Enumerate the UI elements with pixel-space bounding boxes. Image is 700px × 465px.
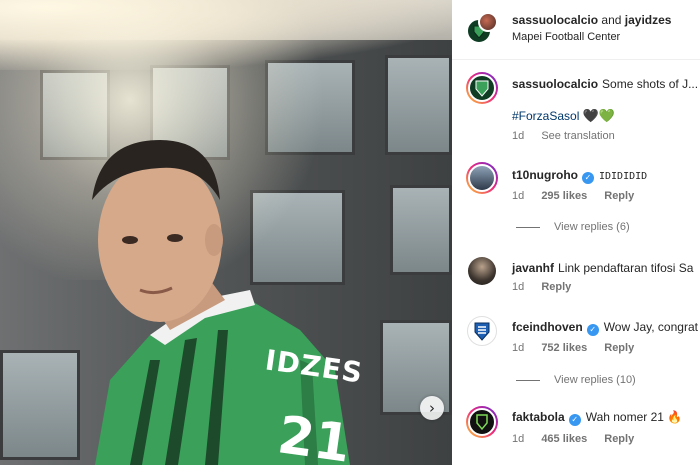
chevron-right-icon: › [429, 399, 435, 417]
comment-meta: 1d 465 likes Reply [512, 433, 648, 445]
comment-item: fceindhoven ✓ Wow Jay, congrat 1d 752 like… [452, 316, 700, 392]
commenter-avatar[interactable] [466, 406, 498, 438]
comment-text: t10nugroho ✓ IDIDIDID [512, 167, 647, 185]
jersey-number: 21 [274, 405, 355, 465]
comment-time: 1d [512, 281, 525, 293]
hashtag-link[interactable]: #ForzaSasol [512, 109, 579, 123]
and-text: and [601, 13, 622, 27]
next-photo-button[interactable]: › [420, 396, 444, 420]
caption-body: Some shots of J... [602, 77, 699, 91]
jayidzes-avatar [478, 12, 498, 32]
comment-body: Link pendaftaran tifosi Sa [558, 261, 694, 275]
comment-username[interactable]: fceindhoven [512, 320, 583, 334]
reply-button[interactable]: Reply [604, 433, 634, 445]
comment-item: t10nugroho ✓ IDIDIDID 1d 295 likes Reply V… [452, 162, 700, 242]
verified-badge-icon: ✓ [568, 414, 581, 426]
commenter-avatar[interactable] [466, 162, 498, 194]
caption-text: sassuolocalcio Some shots of J... [512, 76, 698, 92]
comment-body: Wow Jay, congrat [603, 320, 698, 334]
comment-time: 1d [512, 342, 525, 354]
green-heart-emoji: 💚 [598, 109, 616, 124]
comment-likes[interactable]: 465 likes [541, 433, 587, 445]
view-replies-button[interactable]: View replies (6) [516, 221, 630, 233]
reply-button[interactable]: Reply [541, 281, 571, 293]
sassuolo-logo-icon [468, 74, 496, 102]
comment-username[interactable]: t10nugroho [512, 168, 578, 182]
comment-meta: 1d Reply [512, 281, 585, 293]
comment-item: faktabola ✓ Wah nomer 21 🔥 1d 465 likes Re… [452, 406, 700, 456]
reply-button[interactable]: Reply [604, 190, 634, 202]
post-authors: sassuolocalcio and jayidzes [512, 13, 671, 27]
author-jayidzes[interactable]: jayidzes [625, 13, 672, 27]
comment-time: 1d [512, 190, 525, 202]
comment-meta: 1d 752 likes Reply [512, 342, 648, 354]
comment-meta: 1d 295 likes Reply [512, 190, 648, 202]
fc-eindhoven-crest-icon [474, 322, 490, 341]
commenter-avatar[interactable] [468, 257, 496, 285]
faktabola-logo-icon [468, 408, 496, 436]
verified-badge-icon: ✓ [582, 172, 594, 184]
replies-line [516, 226, 540, 228]
comment-body: Wah nomer 21 [585, 410, 664, 424]
comment-username[interactable]: faktabola [512, 410, 565, 424]
avatar-photo [468, 164, 496, 192]
location-link[interactable]: Mapei Football Center [512, 31, 620, 43]
comment-text: fceindhoven ✓ Wow Jay, congrat [512, 319, 698, 336]
author-sassuolocalcio[interactable]: sassuolocalcio [512, 13, 598, 27]
post-header: sassuolocalcio and jayidzes Mapei Footba… [452, 0, 700, 60]
player-figure [92, 140, 350, 465]
post-detail-panel: sassuolocalcio and jayidzes Mapei Footba… [452, 0, 700, 465]
collab-avatars[interactable] [466, 12, 502, 46]
comment-likes[interactable]: 295 likes [541, 190, 587, 202]
caption-meta: 1d See translation [512, 130, 629, 142]
view-replies-label: View replies (6) [554, 221, 630, 233]
post-photo[interactable]: IDZES 21 › [0, 0, 452, 465]
comment-body: IDIDIDID [599, 171, 648, 182]
comment-item: javanhf Link pendaftaran tifosi Sa 1d Rep… [452, 257, 700, 297]
comment-likes[interactable]: 752 likes [541, 342, 587, 354]
comment-text: javanhf Link pendaftaran tifosi Sa [512, 260, 693, 276]
see-translation-link[interactable]: See translation [541, 130, 614, 142]
caption-time: 1d [512, 130, 525, 142]
view-replies-label: View replies (10) [554, 374, 636, 386]
commenter-avatar[interactable] [467, 316, 497, 346]
comment-text: faktabola ✓ Wah nomer 21 🔥 [512, 409, 682, 426]
comment-time: 1d [512, 433, 525, 445]
fire-emoji: 🔥 [667, 410, 683, 424]
comment-username[interactable]: javanhf [512, 261, 554, 275]
caption-avatar[interactable] [466, 72, 498, 104]
caption: sassuolocalcio Some shots of J... #ForzaS… [452, 72, 700, 148]
caption-username[interactable]: sassuolocalcio [512, 77, 598, 91]
view-replies-button[interactable]: View replies (10) [516, 374, 636, 386]
replies-line [516, 379, 540, 381]
black-heart-emoji: 🖤 [582, 109, 599, 124]
verified-badge-icon: ✓ [586, 324, 599, 336]
caption-hashtag-line: #ForzaSasol 🖤💚 [512, 108, 615, 125]
reply-button[interactable]: Reply [604, 342, 634, 354]
